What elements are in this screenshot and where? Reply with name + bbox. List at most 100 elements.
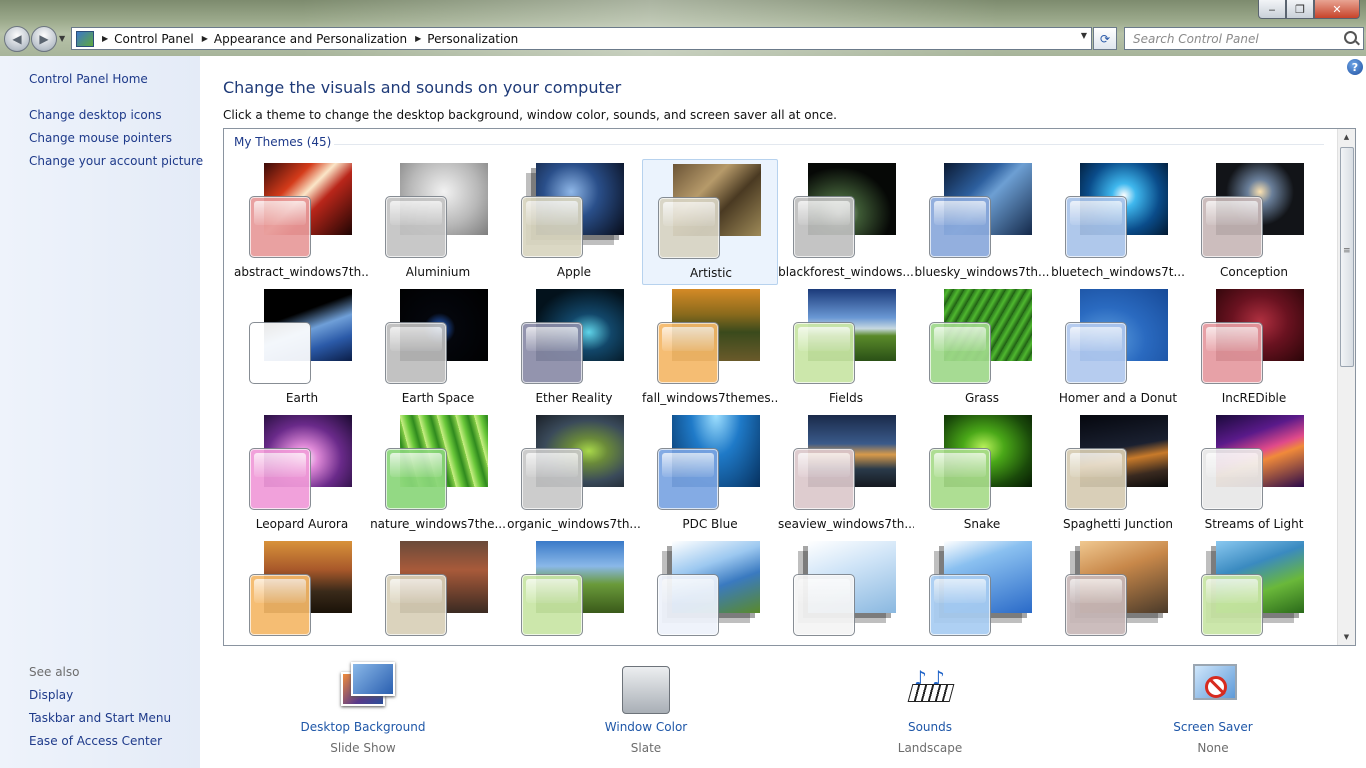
forward-button[interactable]: ▶ (31, 26, 57, 52)
theme-color-swatch (929, 322, 991, 384)
close-button[interactable]: ✕ (1314, 0, 1360, 19)
theme-tile[interactable] (778, 537, 914, 645)
theme-tile[interactable]: organic_windows7th... (506, 411, 642, 537)
ease-of-access-link[interactable]: Ease of Access Center (29, 734, 162, 748)
desktop-background-option[interactable]: Desktop Background Slide Show (273, 662, 453, 755)
search-input[interactable] (1131, 28, 1340, 49)
theme-tile[interactable] (642, 537, 778, 645)
theme-tile[interactable] (914, 537, 1050, 645)
theme-color-swatch (793, 574, 855, 636)
theme-tile[interactable] (1050, 537, 1186, 645)
theme-color-swatch (385, 322, 447, 384)
theme-tile[interactable]: PDC Blue (642, 411, 778, 537)
theme-tile[interactable]: Earth (234, 285, 370, 411)
theme-tile[interactable] (234, 537, 370, 645)
change-account-picture-link[interactable]: Change your account picture (29, 154, 203, 168)
address-bar[interactable]: ▶ Control Panel ▶ Appearance and Persona… (71, 27, 1092, 50)
address-dropdown-icon[interactable]: ▼ (1081, 31, 1087, 40)
breadcrumb-control-panel[interactable]: Control Panel (114, 32, 194, 46)
window-controls: ‒ ❐ ✕ (1258, 0, 1360, 19)
theme-label: organic_windows7th... (507, 517, 641, 531)
window-color-icon[interactable] (618, 662, 674, 714)
theme-tile[interactable]: Ether Reality (506, 285, 642, 411)
theme-label: fall_windows7themes... (642, 391, 778, 405)
themes-list[interactable]: My Themes (45) abstract_windows7th... Alu… (223, 128, 1356, 646)
theme-tile[interactable]: nature_windows7the... (370, 411, 506, 537)
breadcrumb-separator[interactable]: ▶ (202, 34, 208, 43)
maximize-button[interactable]: ❐ (1286, 0, 1314, 19)
theme-tile[interactable]: Apple (506, 159, 642, 285)
theme-tile[interactable]: IncREDible (1186, 285, 1322, 411)
screen-saver-icon[interactable] (1185, 662, 1241, 714)
sounds-link[interactable]: Sounds (840, 720, 1020, 734)
theme-tile[interactable]: seaview_windows7th... (778, 411, 914, 537)
theme-label: abstract_windows7th... (234, 265, 370, 279)
theme-tile[interactable]: abstract_windows7th... (234, 159, 370, 285)
theme-tile[interactable]: Aluminium (370, 159, 506, 285)
breadcrumb-separator[interactable]: ▶ (102, 34, 108, 43)
sounds-option[interactable]: ♪ ♪ Sounds Landscape (840, 662, 1020, 755)
theme-tile[interactable]: Streams of Light (1186, 411, 1322, 537)
theme-color-swatch (658, 197, 720, 259)
theme-tile[interactable]: Snake (914, 411, 1050, 537)
refresh-button[interactable]: ⟳ (1093, 27, 1117, 50)
window-chrome: ‒ ❐ ✕ ◀ ▶ ▼ ▶ Control Panel ▶ Appearance… (0, 0, 1366, 56)
theme-tile[interactable]: bluesky_windows7th... (914, 159, 1050, 285)
display-link[interactable]: Display (29, 688, 73, 702)
theme-tile[interactable]: Conception (1186, 159, 1322, 285)
screen-saver-link[interactable]: Screen Saver (1123, 720, 1303, 734)
screen-saver-value: None (1197, 741, 1229, 755)
theme-tile[interactable]: Artistic (642, 159, 778, 285)
change-mouse-pointers-link[interactable]: Change mouse pointers (29, 131, 172, 145)
theme-label: seaview_windows7th... (778, 517, 914, 531)
theme-tile[interactable]: blackforest_windows... (778, 159, 914, 285)
theme-tile[interactable]: Earth Space (370, 285, 506, 411)
theme-tile[interactable] (1186, 537, 1322, 645)
vertical-scrollbar[interactable]: ▲ ▼ (1337, 129, 1355, 645)
theme-color-swatch (657, 574, 719, 636)
control-panel-home-link[interactable]: Control Panel Home (29, 72, 148, 86)
scroll-down-icon[interactable]: ▼ (1338, 629, 1355, 645)
breadcrumb-personalization[interactable]: Personalization (427, 32, 518, 46)
theme-tile[interactable]: fall_windows7themes... (642, 285, 778, 411)
taskbar-start-menu-link[interactable]: Taskbar and Start Menu (29, 711, 171, 725)
recent-pages-dropdown[interactable]: ▼ (59, 34, 65, 43)
theme-label: Streams of Light (1204, 517, 1304, 531)
help-icon[interactable]: ? (1347, 59, 1363, 75)
search-icon[interactable] (1344, 31, 1357, 44)
theme-color-swatch (521, 196, 583, 258)
theme-color-swatch (1065, 448, 1127, 510)
theme-label: Snake (963, 517, 1001, 531)
see-also-heading: See also (29, 665, 80, 679)
theme-tile[interactable]: Grass (914, 285, 1050, 411)
search-box[interactable] (1124, 27, 1364, 50)
scroll-up-icon[interactable]: ▲ (1338, 129, 1355, 145)
sounds-icon[interactable]: ♪ ♪ (902, 662, 958, 714)
theme-color-swatch (1201, 196, 1263, 258)
minimize-button[interactable]: ‒ (1258, 0, 1286, 19)
breadcrumb-appearance[interactable]: Appearance and Personalization (214, 32, 407, 46)
theme-tile[interactable] (506, 537, 642, 645)
desktop-background-link[interactable]: Desktop Background (273, 720, 453, 734)
theme-color-swatch (793, 196, 855, 258)
scrollbar-thumb[interactable] (1340, 147, 1354, 367)
theme-tile[interactable]: Leopard Aurora (234, 411, 370, 537)
change-desktop-icons-link[interactable]: Change desktop icons (29, 108, 162, 122)
breadcrumb-separator[interactable]: ▶ (415, 34, 421, 43)
window-color-link[interactable]: Window Color (556, 720, 736, 734)
theme-color-swatch (793, 448, 855, 510)
theme-label: Artistic (689, 266, 733, 280)
theme-tile[interactable]: Fields (778, 285, 914, 411)
theme-color-swatch (1201, 322, 1263, 384)
theme-label: Aluminium (405, 265, 471, 279)
theme-tile[interactable]: Homer and a Donut (1050, 285, 1186, 411)
theme-color-swatch (521, 448, 583, 510)
desktop-background-icon[interactable] (335, 662, 395, 714)
screen-saver-option[interactable]: Screen Saver None (1123, 662, 1303, 755)
back-button[interactable]: ◀ (4, 26, 30, 52)
theme-tile[interactable]: Spaghetti Junction (1050, 411, 1186, 537)
theme-color-swatch (929, 448, 991, 510)
window-color-option[interactable]: Window Color Slate (556, 662, 736, 755)
theme-tile[interactable] (370, 537, 506, 645)
theme-tile[interactable]: bluetech_windows7t... (1050, 159, 1186, 285)
